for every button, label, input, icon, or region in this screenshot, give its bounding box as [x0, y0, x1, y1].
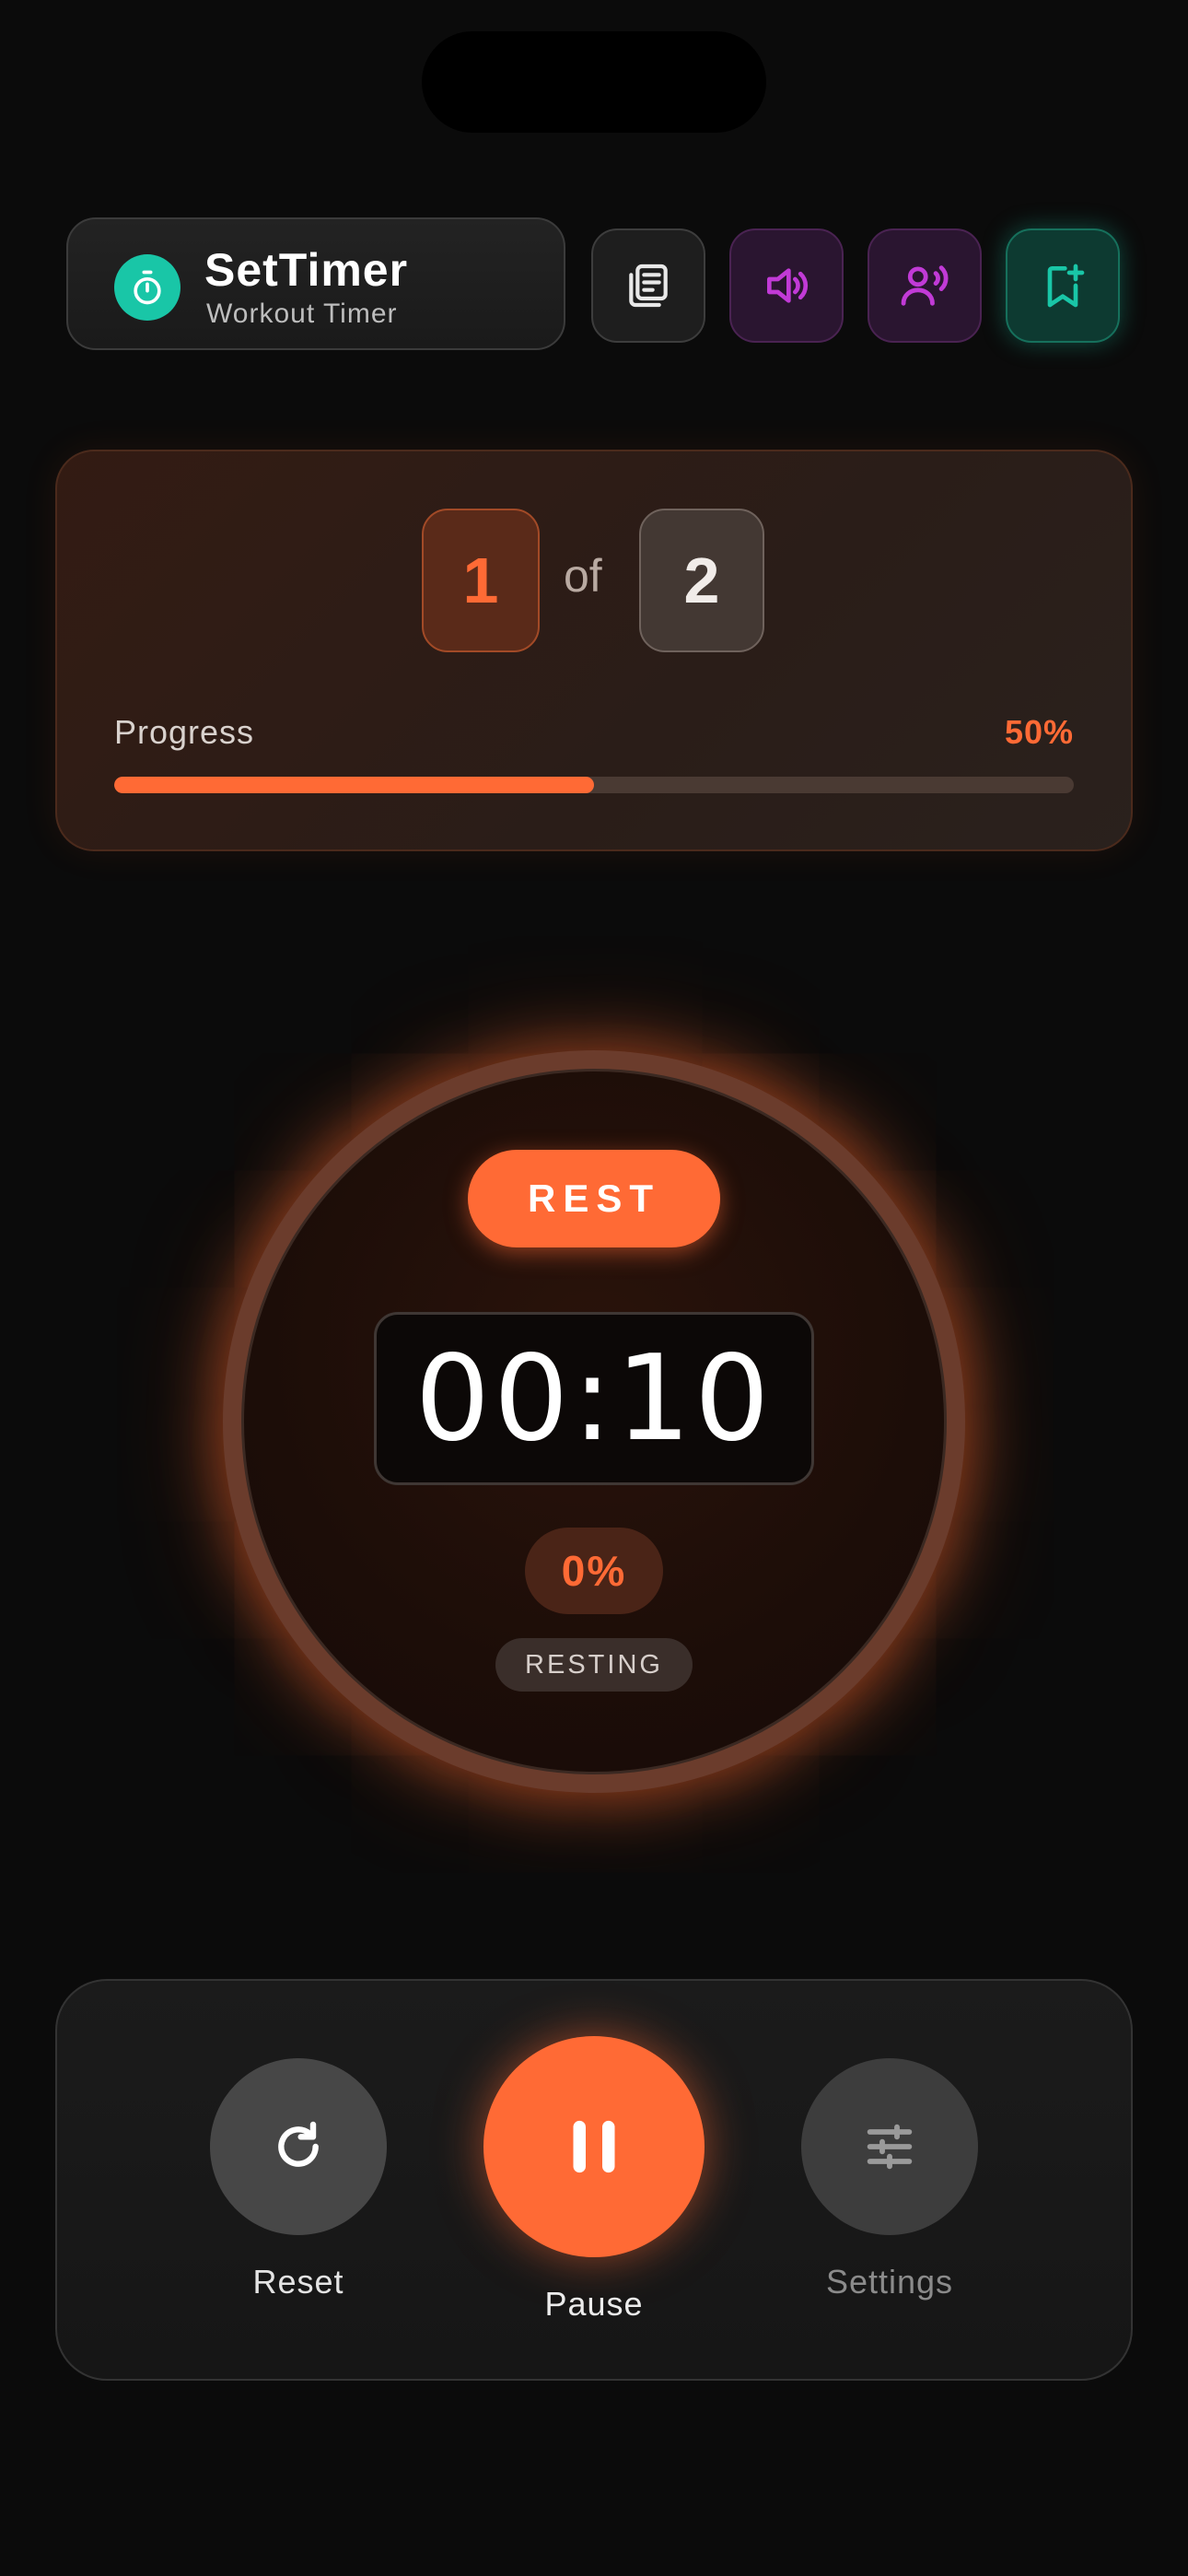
settings-button[interactable]	[801, 2058, 978, 2235]
app-brand: SetTimer Workout Timer	[66, 217, 565, 350]
app-subtitle: Workout Timer	[206, 299, 398, 329]
progress-bar	[114, 777, 1074, 793]
app-title: SetTimer	[204, 244, 409, 296]
volume-icon	[767, 268, 809, 303]
pause-button[interactable]	[483, 2036, 705, 2257]
add-bookmark-button[interactable]	[1006, 228, 1120, 343]
progress-bar-fill	[114, 777, 594, 793]
set-separator: of	[564, 550, 602, 602]
pause-label: Pause	[544, 2285, 644, 2323]
total-sets: 2	[639, 509, 764, 652]
settings-label: Settings	[825, 2263, 954, 2301]
reset-button[interactable]	[210, 2058, 387, 2235]
sound-button[interactable]	[729, 228, 844, 343]
phase-badge: REST	[468, 1150, 720, 1247]
library-button[interactable]	[591, 228, 705, 343]
sliders-icon	[867, 2124, 913, 2170]
current-set: 1	[422, 509, 540, 652]
library-icon	[629, 263, 668, 308]
dynamic-island	[422, 31, 766, 133]
timer-display: 00:10	[374, 1312, 814, 1485]
stopwatch-icon	[114, 254, 181, 321]
pause-icon	[573, 2120, 615, 2173]
refresh-icon	[278, 2121, 319, 2167]
reset-label: Reset	[252, 2263, 344, 2301]
progress-percent: 50%	[1004, 713, 1074, 751]
voice-icon	[901, 265, 949, 306]
voice-button[interactable]	[868, 228, 982, 343]
phase-percent-badge: 0%	[525, 1528, 663, 1614]
progress-label: Progress	[114, 713, 255, 751]
status-badge: RESTING	[495, 1638, 693, 1692]
bookmark-add-icon	[1047, 263, 1085, 308]
